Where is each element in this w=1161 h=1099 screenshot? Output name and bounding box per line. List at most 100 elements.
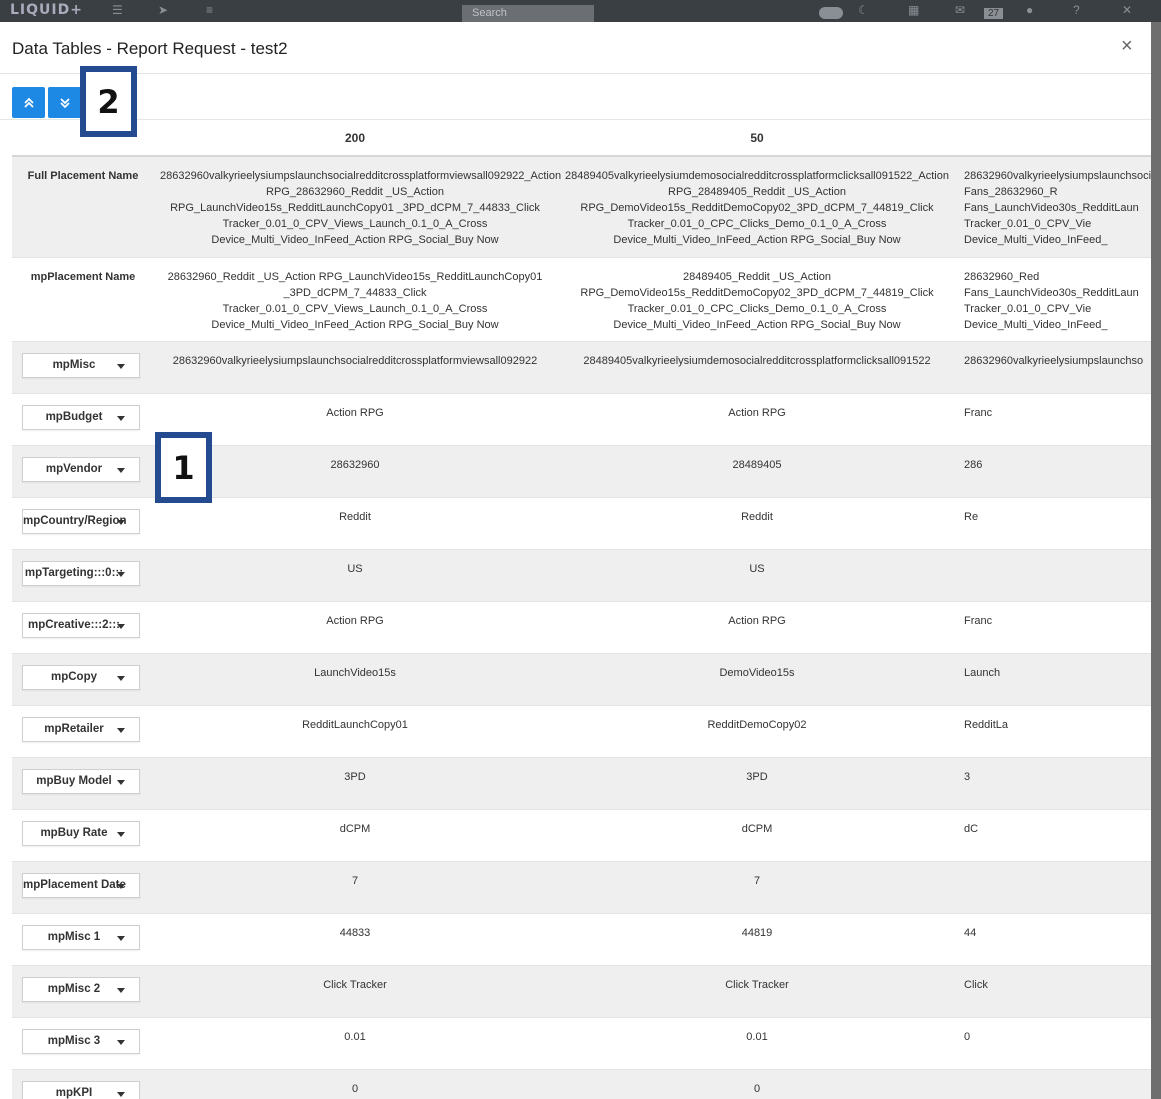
- caret-down-icon: [117, 987, 125, 993]
- table-header-row: 200 50: [12, 119, 1151, 157]
- table-cell[interactable]: Click Tracker: [154, 966, 556, 993]
- column-field-dropdown[interactable]: mpTargeting:::0:::: [22, 560, 140, 586]
- table-cell[interactable]: dCPM: [154, 810, 556, 837]
- table-cell[interactable]: dC: [958, 810, 1151, 837]
- table-cell[interactable]: [958, 1070, 1151, 1081]
- scroll-to-bottom-button[interactable]: [48, 87, 81, 118]
- scrollbar[interactable]: [1151, 22, 1161, 1099]
- column-field-dropdown[interactable]: mpVendor: [22, 456, 140, 482]
- column-field-dropdown[interactable]: mpMisc: [22, 352, 140, 378]
- search-input[interactable]: Search: [462, 5, 594, 22]
- table-cell[interactable]: 0.01: [556, 1018, 958, 1045]
- column-field-dropdown[interactable]: mpMisc 3: [22, 1028, 140, 1054]
- close-icon[interactable]: ×: [1121, 35, 1133, 58]
- table-row: Full Placement Name 28632960valkyrieelys…: [12, 155, 1151, 257]
- table-cell[interactable]: dCPM: [556, 810, 958, 837]
- caret-down-icon: [117, 675, 125, 681]
- table-cell[interactable]: Launch: [958, 654, 1151, 681]
- table-row: mpTargeting:::0::: US US: [12, 548, 1151, 601]
- table-cell[interactable]: 28489405: [556, 446, 958, 473]
- dropdown-label: mpBuy Model: [36, 775, 112, 787]
- column-field-dropdown[interactable]: mpBuy Model: [22, 768, 140, 794]
- column-header[interactable]: 200: [154, 119, 556, 157]
- table-cell[interactable]: Click Tracker: [556, 966, 958, 993]
- mail-icon[interactable]: ✉: [955, 3, 965, 17]
- table-cell[interactable]: 28632960_Reddit _US_Action RPG_LaunchVid…: [154, 258, 556, 333]
- table-cell[interactable]: 44819: [556, 914, 958, 941]
- notification-count-badge[interactable]: 27: [984, 8, 1004, 19]
- column-field-dropdown[interactable]: mpPlacement Date: [22, 872, 140, 898]
- column-header[interactable]: [958, 119, 1151, 157]
- table-cell[interactable]: Reddit: [154, 498, 556, 525]
- column-field-dropdown[interactable]: mpMisc 1: [22, 924, 140, 950]
- table-cell[interactable]: RedditDemoCopy02: [556, 706, 958, 733]
- column-field-dropdown[interactable]: mpMisc 2: [22, 976, 140, 1002]
- table-cell[interactable]: Action RPG: [556, 602, 958, 629]
- table-cell[interactable]: 7: [154, 862, 556, 889]
- table-cell[interactable]: 3: [958, 758, 1151, 785]
- table-cell[interactable]: [958, 550, 1151, 561]
- table-cell[interactable]: 28632960valkyrieelysiumpslaunchsocialred…: [154, 157, 561, 248]
- table-cell[interactable]: Reddit: [556, 498, 958, 525]
- column-field-dropdown[interactable]: mpCountry/Region: [22, 508, 140, 534]
- table-cell[interactable]: 28489405_Reddit _US_Action RPG_DemoVideo…: [556, 258, 958, 333]
- table-cell[interactable]: Action RPG: [154, 394, 556, 421]
- table-row: mpPlacement Name 28632960_Reddit _US_Act…: [12, 256, 1151, 341]
- table-cell[interactable]: Re: [958, 498, 1151, 525]
- table-cell[interactable]: 0: [154, 1070, 556, 1097]
- table-cell[interactable]: RedditLa: [958, 706, 1151, 733]
- table-cell[interactable]: 28632960valkyrieelysiumpslaunchsocialred…: [154, 342, 556, 369]
- help-icon[interactable]: ?: [1073, 3, 1080, 17]
- column-field-dropdown[interactable]: mpRetailer: [22, 716, 140, 742]
- double-chevron-up-icon: [23, 97, 34, 108]
- column-field-dropdown[interactable]: mpCreative:::2:::: [22, 612, 140, 638]
- table-cell[interactable]: 28489405valkyrieelysiumdemosocialredditc…: [556, 342, 958, 369]
- table-cell[interactable]: 0: [556, 1070, 958, 1097]
- table-cell[interactable]: US: [556, 550, 958, 577]
- send-icon[interactable]: ➤: [158, 3, 168, 17]
- table-cell[interactable]: LaunchVideo15s: [154, 654, 556, 681]
- menu-icon[interactable]: ☰: [112, 3, 123, 17]
- table-cell[interactable]: Franc: [958, 602, 1151, 629]
- column-field-dropdown[interactable]: mpCopy: [22, 664, 140, 690]
- column-field-dropdown[interactable]: mpKPI: [22, 1080, 140, 1099]
- table-cell[interactable]: 0: [958, 1018, 1151, 1045]
- table-cell[interactable]: RedditLaunchCopy01: [154, 706, 556, 733]
- calendar-icon[interactable]: ▦: [908, 3, 919, 17]
- theme-toggle[interactable]: [819, 7, 843, 19]
- table-cell[interactable]: Action RPG: [154, 602, 556, 629]
- table-row: mpCreative:::2::: Action RPG Action RPG Fra…: [12, 600, 1151, 653]
- close-app-icon[interactable]: ✕: [1122, 3, 1132, 17]
- caret-down-icon: [117, 519, 125, 525]
- row-label-cell: mpVendor: [12, 444, 154, 497]
- table-cell[interactable]: 44833: [154, 914, 556, 941]
- list-icon[interactable]: ≡: [206, 3, 213, 17]
- scroll-to-top-button[interactable]: [12, 87, 45, 118]
- table-cell[interactable]: 28632960valkyrieelysiumpslaunchsocialre …: [958, 157, 1151, 248]
- column-field-dropdown[interactable]: mpBuy Rate: [22, 820, 140, 846]
- table-cell[interactable]: Click: [958, 966, 1151, 993]
- table-cell[interactable]: 3PD: [154, 758, 556, 785]
- table-cell[interactable]: 3PD: [556, 758, 958, 785]
- table-cell[interactable]: US: [154, 550, 556, 577]
- table-cell[interactable]: 286: [958, 446, 1151, 473]
- table-cell[interactable]: DemoVideo15s: [556, 654, 958, 681]
- column-header[interactable]: 50: [556, 119, 958, 157]
- table-cell[interactable]: 28632960_Red Fans_LaunchVideo30s_RedditL…: [958, 258, 1151, 333]
- table-cell[interactable]: 7: [556, 862, 958, 889]
- table-cell[interactable]: 44: [958, 914, 1151, 941]
- table-row: mpMisc 3 0.01 0.01 0: [12, 1016, 1151, 1069]
- row-label-cell: mpMisc: [12, 340, 154, 393]
- column-field-dropdown[interactable]: mpBudget: [22, 404, 140, 430]
- caret-down-icon: [117, 415, 125, 421]
- table-cell[interactable]: Franc: [958, 394, 1151, 421]
- table-cell[interactable]: [958, 862, 1151, 873]
- dropdown-label: mpVendor: [45, 463, 103, 475]
- user-icon[interactable]: ●: [1026, 3, 1033, 17]
- table-cell[interactable]: Action RPG: [556, 394, 958, 421]
- table-cell[interactable]: 28632960valkyrieelysiumpslaunchso: [958, 342, 1151, 369]
- table-cell[interactable]: 28632960: [154, 446, 556, 473]
- moon-icon[interactable]: ☾: [858, 3, 869, 17]
- table-cell[interactable]: 28489405valkyrieelysiumdemosocialredditc…: [556, 157, 958, 248]
- table-cell[interactable]: 0.01: [154, 1018, 556, 1045]
